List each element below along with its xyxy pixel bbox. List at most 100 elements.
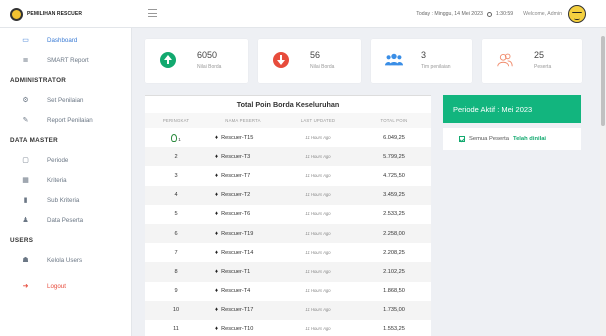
- table-row: 9 ♦ Rescuer-T4 11 Hours Ago 1.868,50: [145, 282, 431, 301]
- updated-cell: 11 Hours Ago: [305, 268, 331, 274]
- updated-cell: 11 Hours Ago: [305, 211, 331, 217]
- report-icon: ✎: [22, 117, 29, 124]
- sidebar-item-periode[interactable]: ▢ Periode: [0, 150, 131, 170]
- sidebar-item-kriteria[interactable]: ▦ Kriteria: [0, 170, 131, 190]
- rank-cell: 9: [174, 288, 178, 295]
- status-prefix: Semua Peserta: [469, 136, 509, 142]
- stat-number: 25: [534, 50, 545, 60]
- sidebar-item-sub-kriteria[interactable]: ▮ Sub Kriteria: [0, 190, 131, 210]
- updated-cell: 11 Hours Ago: [305, 288, 331, 294]
- menu-toggle-icon[interactable]: [148, 9, 157, 17]
- arrow-down-circle-icon: [272, 51, 290, 69]
- sidebar-item-logout[interactable]: ➜ Logout: [0, 276, 131, 296]
- name-cell: ♦ Rescuer-T7: [215, 172, 251, 179]
- stat-label: Nilai Borda: [310, 64, 335, 70]
- sidebar-item-dashboard[interactable]: ▭ Dashboard: [0, 30, 131, 50]
- rank-cell: 1: [145, 133, 207, 142]
- table-title: Total Poin Borda Keseluruhan: [145, 95, 431, 113]
- list-icon: ≣: [22, 57, 29, 64]
- stat-number: 56: [310, 50, 321, 60]
- bookmark-icon: ▮: [23, 197, 28, 204]
- name-cell: ♦ Rescuer-T15: [215, 134, 254, 141]
- table-row: 11 ♦ Rescuer-T10 11 Hours Ago 1.553,25: [145, 320, 431, 336]
- name-cell: ♦ Rescuer-T2: [215, 192, 251, 199]
- table-row: 3 ♦ Rescuer-T7 11 Hours Ago 4.725,50: [145, 166, 431, 185]
- total-cell: 2.258,00: [383, 230, 405, 237]
- page-scrollbar[interactable]: [600, 28, 606, 336]
- stat-number: 3: [421, 50, 427, 60]
- person-icon: ♦: [215, 211, 219, 218]
- table-row: 10 ♦ Rescuer-T17 11 Hours Ago 1.735,00: [145, 300, 431, 320]
- sidebar-item-report-penilaian[interactable]: ✎ Report Penilaian: [0, 110, 131, 130]
- avatar[interactable]: [568, 5, 586, 23]
- updated-cell: 11 Hours Ago: [305, 326, 331, 332]
- total-cell: 2.102,25: [383, 268, 405, 275]
- stat-label: Nilai Borda: [197, 64, 222, 70]
- status-message: Semua Peserta Telah dinilai: [443, 128, 581, 150]
- total-cell: 1.735,00: [383, 307, 405, 314]
- column-header: PERINGKAT: [162, 118, 190, 123]
- section-title-users: USERS: [10, 236, 34, 244]
- table-row: 2 ♦ Rescuer-T3 11 Hours Ago 5.799,25: [145, 147, 431, 167]
- rank-cell: 10: [172, 307, 180, 314]
- brand[interactable]: PEMILIHAN RESCUER: [0, 0, 132, 28]
- rank-cell: 7: [174, 249, 178, 256]
- sidebar-item-smart-report[interactable]: ≣ SMART Report: [0, 50, 131, 70]
- calendar-icon: ▢: [22, 157, 29, 164]
- updated-cell: 11 Hours Ago: [305, 230, 331, 236]
- total-cell: 6.049,25: [383, 134, 405, 141]
- person-icon: ♦: [215, 288, 219, 295]
- table-body: 1 ♦ Rescuer-T15 11 Hours Ago 6.049,25 2 ♦ Rescu…: [145, 128, 431, 336]
- table-header: PERINGKAT NAMA PESERTA LAST UPDATED TOTA…: [145, 113, 431, 128]
- date-label: Today : Minggu, 14 Mei 2023: [416, 11, 483, 17]
- user-outline-icon: [496, 51, 514, 69]
- stat-card-peserta: 25 Peserta: [482, 39, 582, 83]
- table-icon: ▦: [22, 177, 29, 184]
- sidebar-item-data-peserta[interactable]: ♟ Data Peserta: [0, 210, 131, 230]
- brand-logo-icon: [10, 7, 23, 21]
- arrow-up-circle-icon: [159, 51, 177, 69]
- check-square-icon: [459, 136, 465, 142]
- rank-cell: 5: [174, 211, 178, 218]
- person-icon: ♦: [215, 268, 219, 275]
- trophy-icon: [171, 133, 178, 142]
- table-row: 7 ♦ Rescuer-T14 11 Hours Ago 2.208,25: [145, 243, 431, 262]
- table-row: 1 ♦ Rescuer-T15 11 Hours Ago 6.049,25: [145, 128, 431, 147]
- users-group-icon: ☗: [22, 257, 29, 264]
- sidebar-item-kelola-users[interactable]: ☗ Kelola Users: [0, 250, 131, 270]
- users-icon: [385, 51, 403, 69]
- name-cell: ♦ Rescuer-T1: [215, 268, 251, 275]
- name-cell: ♦ Rescuer-T3: [215, 153, 251, 160]
- stat-card-borda-up: 6050 Nilai Borda: [145, 39, 248, 83]
- clock-icon: [486, 11, 492, 17]
- borda-table-panel: Total Poin Borda Keseluruhan PERINGKAT N…: [145, 95, 431, 336]
- rank-cell: 4: [174, 192, 178, 199]
- updated-cell: 11 Hours Ago: [305, 307, 331, 313]
- scrollbar-thumb[interactable]: [601, 36, 605, 126]
- total-cell: 2.533,25: [383, 211, 405, 218]
- table-row: 6 ♦ Rescuer-T19 11 Hours Ago 2.258,00: [145, 223, 431, 244]
- total-cell: 2.208,25: [383, 249, 405, 256]
- total-cell: 1.868,50: [383, 288, 405, 295]
- user-icon: ♟: [22, 217, 29, 224]
- name-cell: ♦ Rescuer-T19: [215, 230, 254, 237]
- column-header: NAMA PESERTA: [225, 118, 261, 123]
- updated-cell: 11 Hours Ago: [305, 172, 331, 178]
- total-cell: 3.459,25: [383, 192, 405, 199]
- periode-aktif-banner: Periode Aktif : Mei 2023: [443, 95, 581, 123]
- rank-cell: 6: [174, 230, 178, 237]
- name-cell: ♦ Rescuer-T4: [215, 288, 251, 295]
- stat-card-tim-penilaian: 3 Tim penilaian: [371, 39, 472, 83]
- name-cell: ♦ Rescuer-T17: [215, 307, 254, 314]
- table-row: 4 ♦ Rescuer-T2 11 Hours Ago 3.459,25: [145, 185, 431, 205]
- rank-cell: 3: [174, 172, 178, 179]
- table-row: 8 ♦ Rescuer-T1 11 Hours Ago 2.102,25: [145, 262, 431, 282]
- cogs-icon: ⚙: [22, 97, 29, 104]
- monitor-icon: ▭: [22, 37, 29, 44]
- status-strong: Telah dinilai: [512, 136, 547, 142]
- stat-label: Tim penilaian: [421, 64, 451, 70]
- name-cell: ♦ Rescuer-T14: [215, 249, 254, 256]
- updated-cell: 11 Hours Ago: [305, 192, 331, 198]
- sidebar-item-set-penilaian[interactable]: ⚙ Set Penilaian: [0, 90, 131, 110]
- topbar-info: Today : Minggu, 14 Mei 2023 1:30:59 Welc…: [416, 0, 586, 28]
